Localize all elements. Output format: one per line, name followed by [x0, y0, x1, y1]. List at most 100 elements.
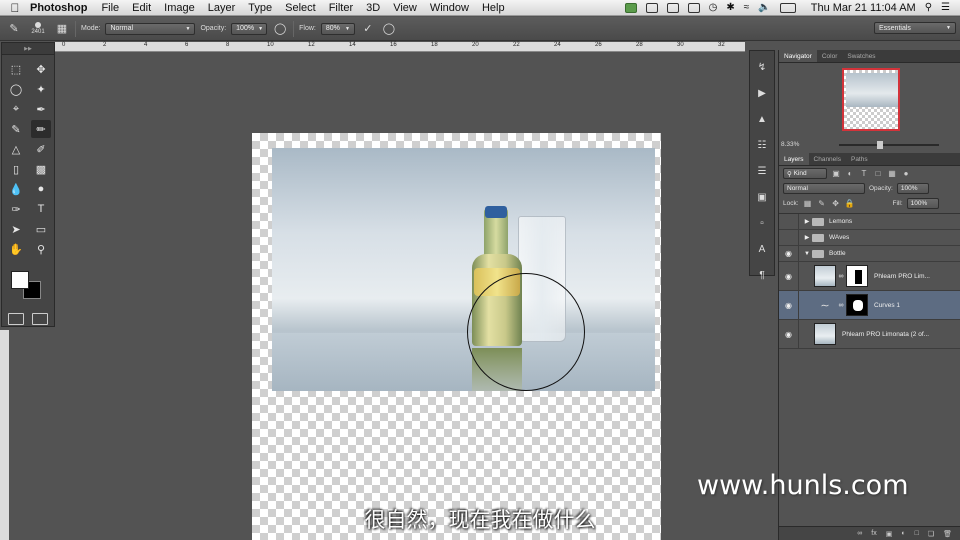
menu-image[interactable]: Image [164, 2, 195, 14]
layer-opacity-field[interactable]: 100% [896, 183, 929, 194]
visibility-eye-icon[interactable]: ◉ [779, 291, 799, 319]
pressure-size-icon[interactable]: ◯ [381, 21, 397, 37]
move-tool-icon[interactable]: ✥ [31, 60, 51, 78]
workspace-select[interactable]: Essentials ▼ [874, 22, 956, 34]
paragraph-panel-icon[interactable]: ¶ [750, 265, 774, 285]
pixel-filter-icon[interactable]: ▣ [831, 169, 841, 179]
type-tool-icon[interactable]: T [31, 200, 51, 218]
magic-wand-tool-icon[interactable]: ✦ [31, 80, 51, 98]
tab-paths[interactable]: Paths [846, 153, 873, 165]
visibility-eye-icon[interactable]: ◉ [779, 230, 799, 245]
menu-filter[interactable]: Filter [329, 2, 353, 14]
brush-preset-icon[interactable]: ✎ [6, 21, 22, 37]
shape-filter-icon[interactable]: □ [873, 169, 883, 179]
notification-center-icon[interactable]: ☰ [941, 2, 950, 13]
layer-masked-bottle[interactable]: ◉ ∞ Phlearn PRO Lim... [779, 262, 960, 291]
history-panel-icon[interactable]: ↯ [750, 57, 774, 77]
menu-select[interactable]: Select [285, 2, 316, 14]
dodge-tool-icon[interactable]: ● [31, 180, 51, 198]
layer-curves-adjustment[interactable]: ◉ ∼ ∞ Curves 1 [779, 291, 960, 320]
layer-group-bottle[interactable]: ◉ ▼ Bottle [779, 246, 960, 262]
link-chain-icon[interactable]: ∞ [836, 302, 846, 309]
tab-swatches[interactable]: Swatches [842, 50, 880, 62]
tab-layers[interactable]: Layers [779, 153, 809, 165]
flow-field[interactable]: 80% ▼ [320, 22, 355, 35]
navigator-zoom-slider[interactable] [839, 141, 939, 149]
expand-arrow-icon[interactable]: ▶ [802, 218, 812, 225]
fill-field[interactable]: 100% [906, 198, 939, 209]
quick-mask-icon[interactable] [8, 313, 24, 325]
shape-tool-icon[interactable]: ▭ [31, 220, 51, 238]
dropbox-icon[interactable] [666, 2, 679, 13]
smart-object-filter-icon[interactable]: ▦ [887, 169, 897, 179]
brush-presets-panel-icon[interactable]: ▫ [750, 213, 774, 233]
tab-channels[interactable]: Channels [809, 153, 846, 165]
spotlight-search-icon[interactable]: ⚲ [925, 2, 932, 13]
properties-panel-icon[interactable]: ☰ [750, 161, 774, 181]
horizontal-ruler[interactable]: 0 2 4 6 8 10 12 14 16 18 20 22 24 26 28 … [55, 42, 745, 52]
panel-grip[interactable]: ▶▶ [2, 43, 54, 55]
blur-tool-icon[interactable]: 💧 [6, 180, 26, 198]
wifi-icon[interactable]: ≈ [744, 2, 750, 13]
menu-type[interactable]: Type [248, 2, 272, 14]
type-filter-icon[interactable]: T [859, 169, 869, 179]
pressure-opacity-icon[interactable]: ◯ [272, 21, 288, 37]
menu-window[interactable]: Window [430, 2, 469, 14]
lasso-tool-icon[interactable]: ◯ [6, 80, 26, 98]
menu-help[interactable]: Help [482, 2, 505, 14]
visibility-eye-icon[interactable]: ◉ [779, 246, 799, 261]
actions-panel-icon[interactable]: ▶ [750, 83, 774, 103]
link-chain-icon[interactable]: ∞ [836, 273, 846, 280]
adjustment-filter-icon[interactable]: ◐ [845, 169, 855, 179]
brush-size-picker[interactable]: 2401 [27, 19, 49, 39]
histogram-panel-icon[interactable]: ▲ [750, 109, 774, 129]
menu-file[interactable]: File [101, 2, 119, 14]
visibility-eye-icon[interactable]: ◉ [779, 262, 799, 290]
layer-group-lemons[interactable]: ◉ ▶ Lemons [779, 214, 960, 230]
eyedropper-tool-icon[interactable]: ✒ [31, 100, 51, 118]
zoom-tool-icon[interactable]: ⚲ [31, 240, 51, 258]
status-icon[interactable] [645, 2, 658, 13]
menu-layer[interactable]: Layer [208, 2, 236, 14]
crop-tool-icon[interactable]: ⌖ [6, 100, 26, 118]
expand-arrow-icon[interactable]: ▶ [802, 234, 812, 241]
slider-knob[interactable] [877, 141, 883, 149]
navigator-zoom-value[interactable]: 8.33% [781, 141, 799, 148]
layer-mask-thumbnail[interactable] [846, 265, 868, 287]
battery-icon[interactable] [779, 2, 796, 13]
menu-3d[interactable]: 3D [366, 2, 380, 14]
navigator-preview[interactable] [842, 68, 900, 131]
brush-tool-icon[interactable]: ✏ [31, 120, 51, 138]
visibility-eye-icon[interactable]: ◉ [779, 320, 799, 348]
brush-panel-toggle-icon[interactable]: ▦ [54, 21, 70, 37]
lock-transparent-icon[interactable]: ▦ [803, 199, 813, 209]
evernote-icon[interactable] [624, 2, 637, 13]
menu-edit[interactable]: Edit [132, 2, 151, 14]
blend-mode-select[interactable]: Normal [783, 183, 865, 194]
history-brush-tool-icon[interactable]: ✐ [31, 140, 51, 158]
filter-toggle-icon[interactable]: ● [901, 169, 911, 179]
mode-select[interactable]: Normal ▼ [105, 22, 196, 35]
lock-pixels-icon[interactable]: ✎ [817, 199, 827, 209]
layer-group-waves[interactable]: ◉ ▶ WAves [779, 230, 960, 246]
tab-color[interactable]: Color [817, 50, 843, 62]
airplay-icon[interactable] [687, 2, 700, 13]
screen-mode-icon[interactable] [32, 313, 48, 325]
eraser-tool-icon[interactable]: ▯ [6, 160, 26, 178]
marquee-tool-icon[interactable]: ⬚ [6, 60, 26, 78]
adjustments-panel-icon[interactable]: ☷ [750, 135, 774, 155]
lock-position-icon[interactable]: ✥ [831, 199, 841, 209]
character-panel-icon[interactable]: A [750, 239, 774, 259]
collapse-arrow-icon[interactable]: ▼ [802, 251, 812, 257]
gradient-tool-icon[interactable]: ▩ [31, 160, 51, 178]
layer-kind-filter[interactable]: ⚲ Kind [783, 168, 827, 179]
layer-base-photo[interactable]: ◉ Phlearn PRO Limonata (2 of... [779, 320, 960, 349]
menu-view[interactable]: View [393, 2, 417, 14]
volume-icon[interactable]: 🔈 [758, 2, 770, 13]
airbrush-icon[interactable]: ✓ [360, 21, 376, 37]
apple-menu-icon[interactable]:  [0, 1, 30, 15]
visibility-eye-icon[interactable]: ◉ [779, 214, 799, 229]
bluetooth-icon[interactable]: ✱ [726, 2, 734, 13]
lock-all-icon[interactable]: 🔒 [845, 199, 855, 209]
app-menu[interactable]: Photoshop [30, 2, 87, 14]
